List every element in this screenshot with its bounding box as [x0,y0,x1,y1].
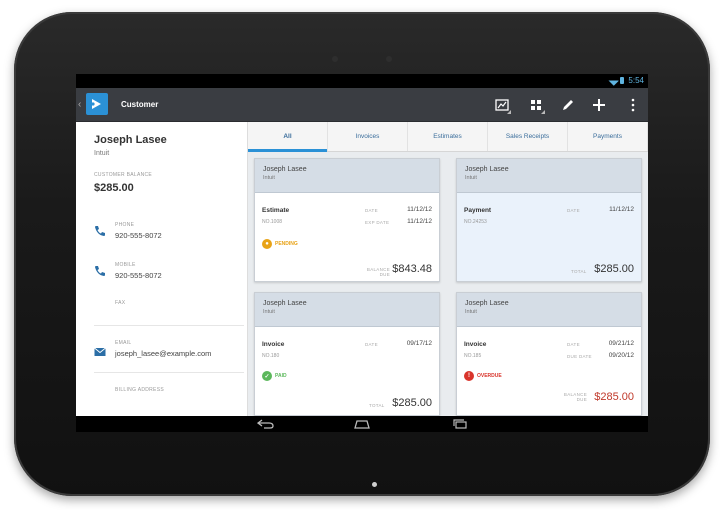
battery-icon [620,77,625,84]
screen: 5:54 ‹ Customer Joseph Lasee Intuit CUST… [76,74,648,432]
date-value: 09/17/12 [406,340,432,347]
card-header: Joseph Lasee Intuit [255,293,439,327]
add-icon[interactable] [590,96,608,114]
phone-label: PHONE [115,222,135,228]
estimate-card[interactable]: Joseph Lasee Intuit Estimate NO.1008 DAT… [254,158,440,282]
total-label: TOTAL [571,269,587,274]
date-value: 11/12/12 [609,206,634,213]
card-total: $285.00 [594,391,634,403]
back-icon[interactable] [256,419,276,429]
transaction-number: NO.24253 [464,219,487,225]
payment-card[interactable]: Joseph Lasee Intuit Payment NO.24253 DAT… [456,158,642,282]
transaction-type: Invoice [262,341,285,348]
status-bar: 5:54 [76,74,648,88]
back-caret-icon[interactable]: ‹ [78,99,81,110]
invoice-card[interactable]: Joseph Lasee Intuit Invoice NO.185 DATE … [456,292,642,416]
date-label: DATE [365,208,378,213]
due-date-value: 09/20/12 [608,352,634,359]
balance-due-label: BALANCE DUE [366,267,390,277]
recents-icon[interactable] [450,419,470,429]
transaction-type: Estimate [262,207,290,214]
sensor-icon [386,56,392,62]
transaction-tabs: All Invoices Estimates Sales Receipts Pa… [248,122,648,152]
home-icon[interactable] [352,419,372,429]
action-bar: ‹ Customer [76,88,648,122]
date-value: 11/12/12 [407,206,432,213]
overflow-icon[interactable] [624,96,642,114]
date-label: DATE [365,342,378,347]
transaction-number: NO.180 [262,353,280,359]
date-label: DATE [567,342,580,347]
card-total: $843.48 [392,263,432,275]
customer-balance: $285.00 [94,182,134,194]
tab-estimates[interactable]: Estimates [408,122,488,151]
divider [94,372,244,373]
screen-title: Customer [121,100,159,109]
date-value: 09/21/12 [608,340,634,347]
status-badge: ! OVERDUE [464,371,502,381]
grid-icon[interactable] [527,96,545,114]
card-customer-name: Joseph Lasee [465,300,509,307]
fax-label: FAX [115,300,126,306]
transactions-panel: All Invoices Estimates Sales Receipts Pa… [248,122,648,416]
card-header: Joseph Lasee Intuit [457,293,641,327]
card-customer-name: Joseph Lasee [263,166,307,173]
due-date-label: DUE DATE [567,354,592,359]
wifi-icon [608,75,620,86]
notification-led [372,482,377,487]
customer-name: Joseph Lasee [94,134,167,146]
card-company: Intuit [465,175,477,181]
email-icon [94,344,106,356]
mobile-value[interactable]: 920-555-8072 [115,271,162,280]
status-text: PENDING [275,241,298,247]
email-label: EMAIL [115,340,132,346]
tab-all[interactable]: All [248,122,328,152]
balance-label: CUSTOMER BALANCE [94,172,153,178]
reports-icon[interactable] [493,96,511,114]
tab-payments[interactable]: Payments [568,122,648,151]
divider [94,325,244,326]
transaction-type: Invoice [464,341,487,348]
transaction-number: NO.185 [464,353,482,359]
transaction-number: NO.1008 [262,219,283,225]
pending-icon: ● [262,239,272,249]
system-nav-bar [76,416,648,432]
card-customer-name: Joseph Lasee [263,300,307,307]
status-text: OVERDUE [477,373,502,379]
transaction-type: Payment [464,207,492,214]
email-value[interactable]: joseph_lasee@example.com [115,349,211,358]
status-badge: ● PENDING [262,239,298,249]
app-logo[interactable] [86,93,108,115]
phone-icon [94,224,106,236]
mobile-label: MOBILE [115,262,136,268]
alert-icon: ! [464,371,474,381]
card-company: Intuit [263,175,275,181]
billing-address-label: BILLING ADDRESS [115,387,164,393]
edit-icon[interactable] [559,96,577,114]
status-badge: ✓ PAID [262,371,287,381]
exp-date-label: EXP DATE [365,220,390,225]
date-label: DATE [567,208,580,213]
card-header: Joseph Lasee Intuit [255,159,439,193]
tab-invoices[interactable]: Invoices [328,122,408,151]
tab-sales-receipts[interactable]: Sales Receipts [488,122,568,151]
invoice-card[interactable]: Joseph Lasee Intuit Invoice NO.180 DATE … [254,292,440,416]
mobile-phone-icon [94,264,106,276]
card-customer-name: Joseph Lasee [465,166,509,173]
card-header: Joseph Lasee Intuit [457,159,641,193]
customer-sidebar: Joseph Lasee Intuit CUSTOMER BALANCE $28… [76,122,248,416]
card-company: Intuit [263,309,275,315]
card-company: Intuit [465,309,477,315]
clock: 5:54 [628,76,644,85]
phone-value[interactable]: 920-555-8072 [115,231,162,240]
total-label: TOTAL [369,403,385,408]
camera-icon [332,56,338,62]
exp-date-value: 11/12/12 [407,218,432,225]
check-icon: ✓ [262,371,272,381]
balance-due-label: BALANCE DUE [563,392,587,402]
card-total: $285.00 [392,397,432,409]
card-total: $285.00 [594,263,634,275]
status-text: PAID [275,373,287,379]
customer-company: Intuit [94,150,110,157]
